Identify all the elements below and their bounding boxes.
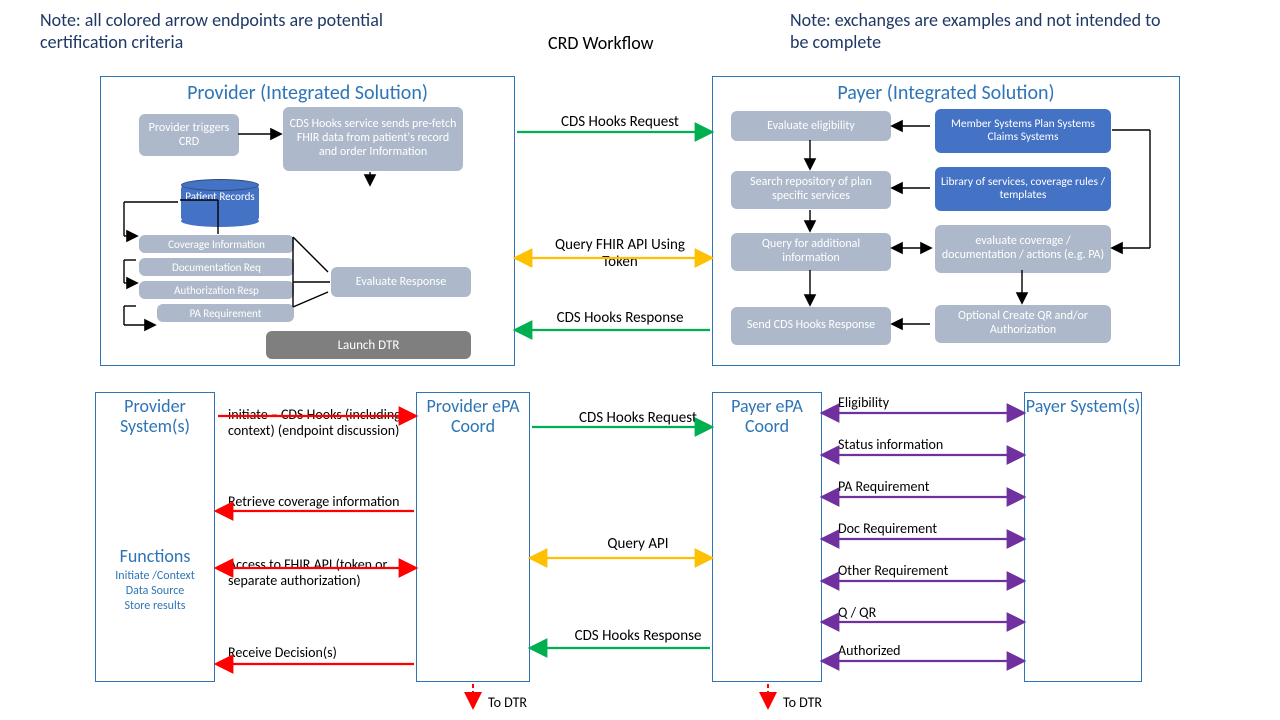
- payer-epa-box: Payer ePA Coord: [712, 392, 822, 682]
- node-search-repo: Search repository of plan specific servi…: [731, 171, 891, 209]
- payer-systems-heading: Payer System(s): [1025, 397, 1141, 417]
- node-eval-response: Evaluate Response: [331, 267, 471, 297]
- label-cds-response-top: CDS Hooks Response: [555, 310, 685, 327]
- label-cds-request-top: CDS Hooks Request: [555, 114, 685, 131]
- note-right: Note: exchanges are examples and not int…: [790, 10, 1170, 53]
- label-cds-request-bottom: CDS Hooks Request: [573, 410, 703, 427]
- node-pa-req: PA Requirement: [157, 304, 294, 322]
- label-pa-requirement: PA Requirement: [838, 478, 929, 495]
- payer-epa-heading: Payer ePA Coord: [713, 397, 821, 437]
- node-cds-hooks-service: CDS Hooks service sends pre-fetch FHIR d…: [283, 107, 463, 171]
- label-cds-response-bottom: CDS Hooks Response: [573, 628, 703, 645]
- node-library-services: Library of services, coverage rules / te…: [935, 167, 1111, 211]
- label-retrieve: Retrieve coverage information: [228, 494, 413, 510]
- provider-systems-box: Provider System(s) Functions Initiate /C…: [95, 392, 215, 682]
- node-coverage-info: Coverage Information: [139, 235, 294, 253]
- provider-epa-box: Provider ePA Coord: [416, 392, 530, 682]
- payer-integrated-box: Payer (Integrated Solution) Evaluate eli…: [712, 76, 1180, 366]
- functions-items: Initiate /Context Data Source Store resu…: [96, 569, 214, 614]
- label-status-info: Status information: [838, 436, 943, 453]
- label-receive: Receive Decision(s): [228, 644, 413, 661]
- label-eligibility: Eligibility: [838, 394, 889, 411]
- label-qqr: Q / QR: [838, 604, 876, 621]
- patient-records-db: Patient Records: [181, 185, 259, 221]
- provider-systems-heading: Provider System(s): [96, 397, 214, 437]
- node-send-cds-response: Send CDS Hooks Response: [731, 307, 891, 345]
- node-eval-eligibility: Evaluate eligibility: [731, 111, 891, 141]
- label-query-fhir-top: Query FHIR API Using Token: [545, 237, 695, 272]
- provider-epa-heading: Provider ePA Coord: [417, 397, 529, 437]
- node-optional-qr: Optional Create QR and/or Authorization: [935, 305, 1111, 343]
- label-to-dtr-left: To DTR: [488, 694, 527, 711]
- node-doc-req: Documentation Req: [139, 258, 294, 276]
- provider-integrated-box: Provider (Integrated Solution) Provider …: [100, 76, 515, 366]
- node-member-systems: Member Systems Plan Systems Claims Syste…: [935, 109, 1111, 153]
- label-other-requirement: Other Requirement: [838, 562, 948, 579]
- label-authorized: Authorized: [838, 642, 901, 659]
- note-left: Note: all colored arrow endpoints are po…: [40, 10, 410, 53]
- payer-systems-box: Payer System(s): [1024, 392, 1142, 682]
- functions-title: Functions: [96, 545, 214, 567]
- provider-heading: Provider (Integrated Solution): [101, 81, 514, 105]
- label-access: Access to FHIR API (token or separate au…: [228, 557, 413, 589]
- diagram-title: CRD Workflow: [548, 32, 654, 54]
- label-query-api-bottom: Query API: [573, 535, 703, 553]
- label-doc-requirement: Doc Requirement: [838, 520, 937, 537]
- label-to-dtr-right: To DTR: [783, 694, 822, 711]
- patient-records-label: Patient Records: [181, 191, 259, 203]
- node-provider-triggers: Provider triggers CRD: [139, 114, 239, 156]
- node-query-additional: Query for additional information: [731, 233, 891, 271]
- payer-heading: Payer (Integrated Solution): [713, 81, 1179, 105]
- node-launch-dtr: Launch DTR: [266, 331, 471, 359]
- node-eval-coverage: evaluate coverage / documentation / acti…: [935, 225, 1111, 273]
- node-auth-resp: Authorization Resp: [139, 281, 294, 299]
- label-initiate: initiate – CDS Hooks (including context)…: [228, 407, 413, 439]
